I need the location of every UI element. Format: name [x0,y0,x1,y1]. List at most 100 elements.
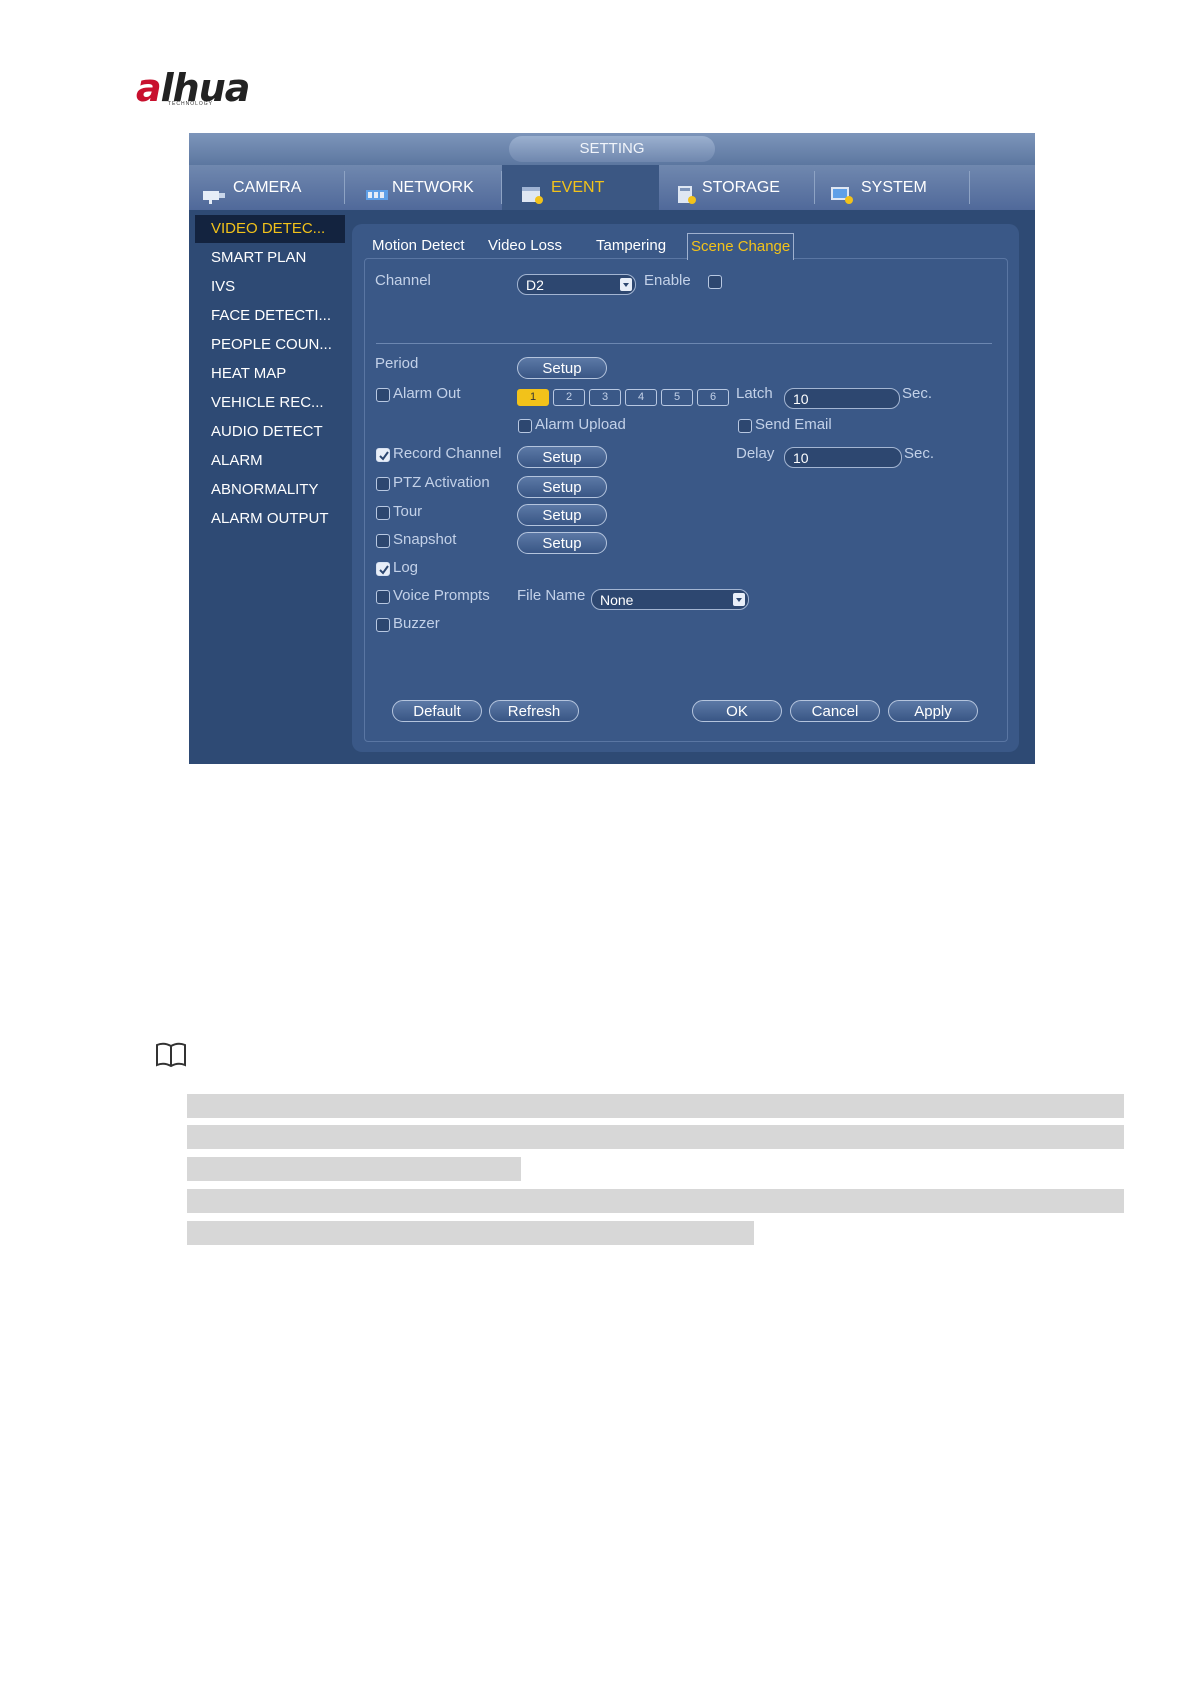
tab-network-label: NETWORK [392,179,474,196]
ok-button[interactable]: OK [692,700,782,722]
alarm-out-1[interactable]: 1 [517,389,549,406]
tab-system[interactable]: SYSTEM [829,165,969,210]
logo-subtitle: TECHNOLOGY [168,101,214,107]
tab-separator [969,171,970,204]
tour-checkbox[interactable] [376,506,390,520]
tour-label: Tour [393,503,423,520]
sidebar-item-face-detection[interactable]: FACE DETECTI... [195,302,345,330]
alarm-out-6[interactable]: 6 [697,389,729,406]
alarm-out-4[interactable]: 4 [625,389,657,406]
alarm-out-5[interactable]: 5 [661,389,693,406]
tab-camera-label: CAMERA [233,179,302,196]
default-button[interactable]: Default [392,700,482,722]
camera-icon [201,178,227,204]
delay-label: Delay [736,445,775,462]
buzzer-label: Buzzer [393,615,440,632]
tab-separator [814,171,815,204]
snapshot-label: Snapshot [393,531,457,548]
ptz-activation-checkbox[interactable] [376,477,390,491]
subtab-motion-detect[interactable]: Motion Detect [372,233,465,259]
channel-label: Channel [375,272,431,289]
chevron-down-icon [620,278,632,291]
ptz-setup-button[interactable]: Setup [517,476,607,498]
settings-window: SETTING CAMERA NETWORK EVENT STORAGE SYS… [189,133,1035,764]
file-name-label: File Name [517,587,586,604]
sidebar-item-video-detect[interactable]: VIDEO DETEC... [195,215,345,243]
window-title: SETTING [509,136,715,162]
tab-camera[interactable]: CAMERA [201,165,341,210]
latch-label: Latch [736,385,773,402]
network-icon [364,178,390,200]
send-email-checkbox[interactable] [738,419,752,433]
redacted-text-line [187,1125,1124,1149]
ptz-activation-label: PTZ Activation [393,474,490,491]
sidebar-item-audio-detect[interactable]: AUDIO DETECT [195,418,345,446]
channel-value: D2 [526,277,544,293]
cancel-button[interactable]: Cancel [790,700,880,722]
note-book-icon [154,1041,188,1074]
latch-unit: Sec. [902,385,933,402]
record-channel-setup-button[interactable]: Setup [517,446,607,468]
sidebar-item-ivs[interactable]: IVS [195,273,345,301]
tab-network[interactable]: NETWORK [364,165,504,210]
chevron-down-icon [733,593,745,606]
tab-system-label: SYSTEM [861,179,927,196]
file-name-value: None [600,592,634,608]
redacted-text-line [187,1094,1124,1118]
logo-mark: a [136,66,162,110]
sidebar-item-smart-plan[interactable]: SMART PLAN [195,244,345,272]
file-name-select[interactable]: None [591,589,749,610]
refresh-button[interactable]: Refresh [489,700,579,722]
tab-storage-label: STORAGE [702,179,780,196]
alarm-out-checkbox[interactable] [376,388,390,402]
apply-button[interactable]: Apply [888,700,978,722]
tab-separator [344,171,345,204]
record-channel-label: Record Channel [393,445,502,462]
period-label: Period [375,355,419,372]
sidebar-item-alarm-output[interactable]: ALARM OUTPUT [195,505,345,533]
event-icon [519,178,545,204]
tour-setup-button[interactable]: Setup [517,504,607,526]
sidebar-item-vehicle-recognition[interactable]: VEHICLE REC... [195,389,345,417]
buzzer-checkbox[interactable] [376,618,390,632]
voice-prompts-label: Voice Prompts [393,587,490,604]
alarm-out-2[interactable]: 2 [553,389,585,406]
check-icon [379,565,389,575]
alarm-out-3[interactable]: 3 [589,389,621,406]
voice-prompts-checkbox[interactable] [376,590,390,604]
enable-label: Enable [644,272,691,289]
record-channel-checkbox[interactable] [376,448,390,462]
tab-event-label: EVENT [551,179,605,196]
tab-event[interactable]: EVENT [502,165,659,210]
latch-input[interactable]: 10 [784,388,900,409]
alarm-out-label: Alarm Out [393,385,461,402]
log-label: Log [393,559,419,576]
period-setup-button[interactable]: Setup [517,357,607,379]
alarm-upload-checkbox[interactable] [518,419,532,433]
log-checkbox[interactable] [376,562,390,576]
redacted-text-line [187,1189,1124,1213]
redacted-text-line [187,1221,754,1245]
subtab-scene-change[interactable]: Scene Change [687,233,795,260]
form-frame [364,258,1008,742]
system-icon [829,178,855,204]
sidebar-item-alarm[interactable]: ALARM [195,447,345,475]
redacted-text-line [187,1157,521,1181]
snapshot-checkbox[interactable] [376,534,390,548]
delay-input[interactable]: 10 [784,447,902,468]
sidebar-item-people-counting[interactable]: PEOPLE COUN... [195,331,345,359]
enable-checkbox[interactable] [708,275,722,289]
tab-storage[interactable]: STORAGE [674,165,814,210]
section-divider [376,343,992,344]
check-icon [379,451,389,461]
subtab-tampering[interactable]: Tampering [596,233,666,259]
channel-select[interactable]: D2 [517,274,636,295]
storage-icon [674,178,700,204]
subtab-video-loss[interactable]: Video Loss [488,233,562,259]
alarm-upload-label: Alarm Upload [535,416,626,433]
sidebar-item-heat-map[interactable]: HEAT MAP [195,360,345,388]
delay-unit: Sec. [904,445,935,462]
sidebar-item-abnormality[interactable]: ABNORMALITY [195,476,345,504]
snapshot-setup-button[interactable]: Setup [517,532,607,554]
send-email-label: Send Email [755,416,832,433]
